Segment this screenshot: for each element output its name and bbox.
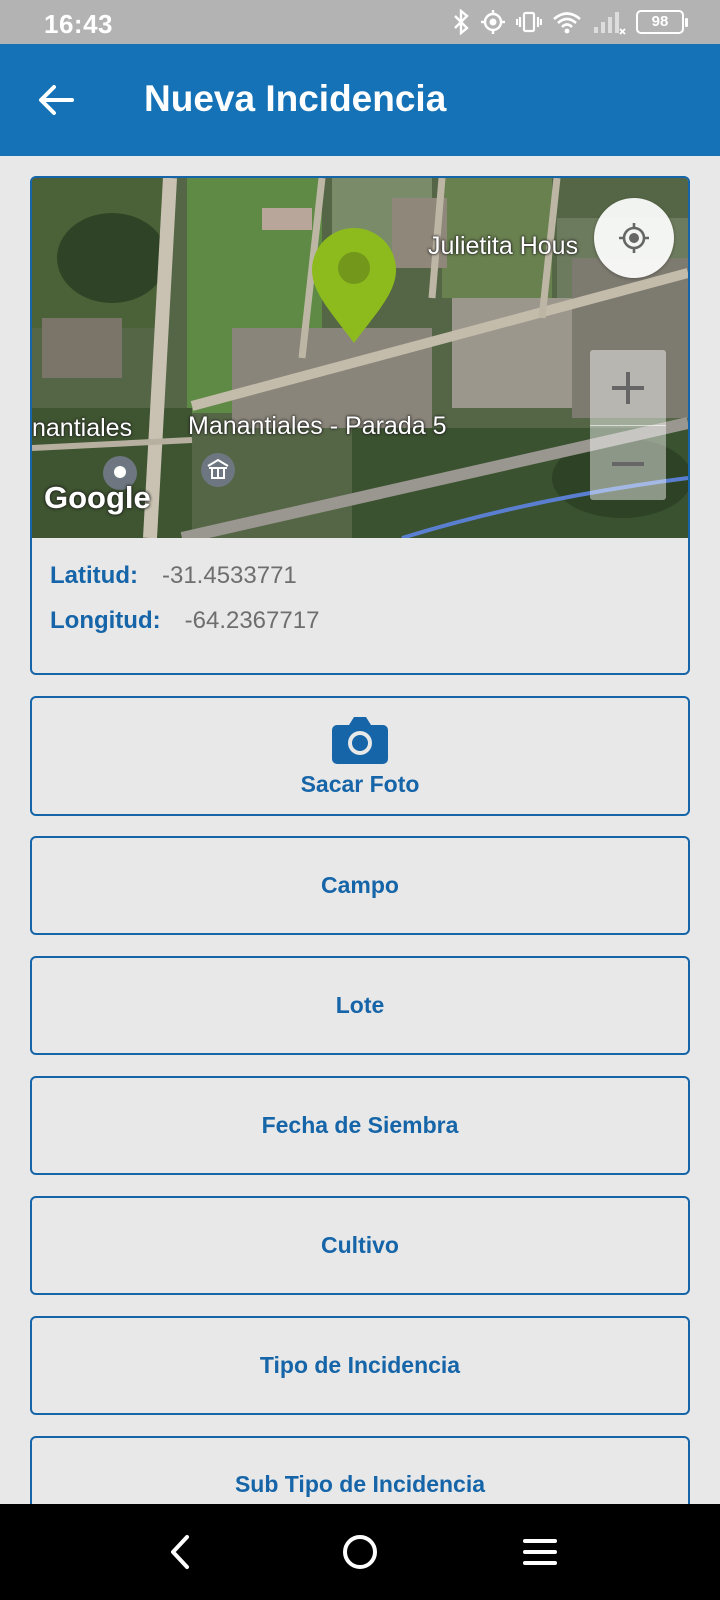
battery-icon: 98 (636, 10, 688, 34)
sub-tipo-incidencia-label: Sub Tipo de Incidencia (234, 1471, 486, 1497)
nav-home-button[interactable] (336, 1528, 384, 1576)
fecha-siembra-label: Fecha de Siembra (261, 1112, 459, 1138)
location-card: Julietita Hous nantiales Manantiales - P… (30, 176, 690, 675)
campo-button[interactable]: Campo (30, 836, 690, 935)
status-bar: 16:43 98 (0, 0, 720, 44)
tipo-incidencia-button[interactable]: Tipo de Incidencia (30, 1316, 690, 1415)
zoom-in-icon (612, 371, 644, 404)
page-title: Nueva Incidencia (144, 78, 447, 119)
longitude-row: Longitud: -64.2367717 (50, 598, 319, 643)
status-time: 16:43 (44, 9, 113, 39)
status-icons: 98 (452, 8, 688, 36)
nav-home-icon (343, 1535, 377, 1569)
coordinates: Latitud: -31.4533771 Longitud: -64.23677… (50, 553, 319, 643)
cultivo-label: Cultivo (321, 1232, 399, 1258)
zoom-out-button[interactable] (590, 426, 666, 501)
latitude-label: Latitud: (50, 561, 138, 589)
google-logo: Google (44, 480, 151, 515)
app-bar: Nueva Incidencia (0, 44, 720, 156)
wifi-icon (552, 10, 582, 34)
my-location-icon (619, 223, 649, 253)
back-button[interactable] (36, 80, 76, 120)
nav-back-button[interactable] (156, 1528, 204, 1576)
bluetooth-icon (452, 9, 470, 35)
nav-menu-button[interactable] (516, 1528, 564, 1576)
longitude-label: Longitud: (50, 606, 161, 634)
zoom-in-button[interactable] (590, 350, 666, 425)
map-place-label: Manantiales - Parada 5 (188, 412, 447, 440)
latitude-row: Latitud: -31.4533771 (50, 553, 319, 598)
campo-label: Campo (321, 872, 399, 898)
tipo-incidencia-label: Tipo de Incidencia (259, 1352, 461, 1378)
camera-icon (332, 716, 388, 764)
location-icon (480, 9, 506, 35)
lote-button[interactable]: Lote (30, 956, 690, 1055)
longitude-value: -64.2367717 (184, 606, 320, 634)
zoom-out-icon (612, 461, 644, 466)
take-photo-label: Sacar Foto (300, 770, 420, 797)
zoom-controls (590, 350, 666, 500)
my-location-button[interactable] (594, 198, 674, 278)
cultivo-button[interactable]: Cultivo (30, 1196, 690, 1295)
map-place-label: Julietita Hous (428, 232, 579, 260)
nav-menu-icon (523, 1539, 557, 1565)
arrow-left-icon (39, 85, 74, 115)
take-photo-button[interactable]: Sacar Foto (30, 696, 690, 816)
nav-back-icon (171, 1535, 189, 1569)
system-nav-bar (0, 1504, 720, 1600)
latitude-value: -31.4533771 (161, 561, 297, 589)
lote-label: Lote (335, 992, 385, 1018)
map-place-label: nantiales (32, 414, 133, 442)
signal-icon (592, 9, 626, 35)
vibrate-icon (516, 10, 542, 34)
fecha-siembra-button[interactable]: Fecha de Siembra (30, 1076, 690, 1175)
satellite-map[interactable]: Julietita Hous nantiales Manantiales - P… (32, 178, 688, 538)
